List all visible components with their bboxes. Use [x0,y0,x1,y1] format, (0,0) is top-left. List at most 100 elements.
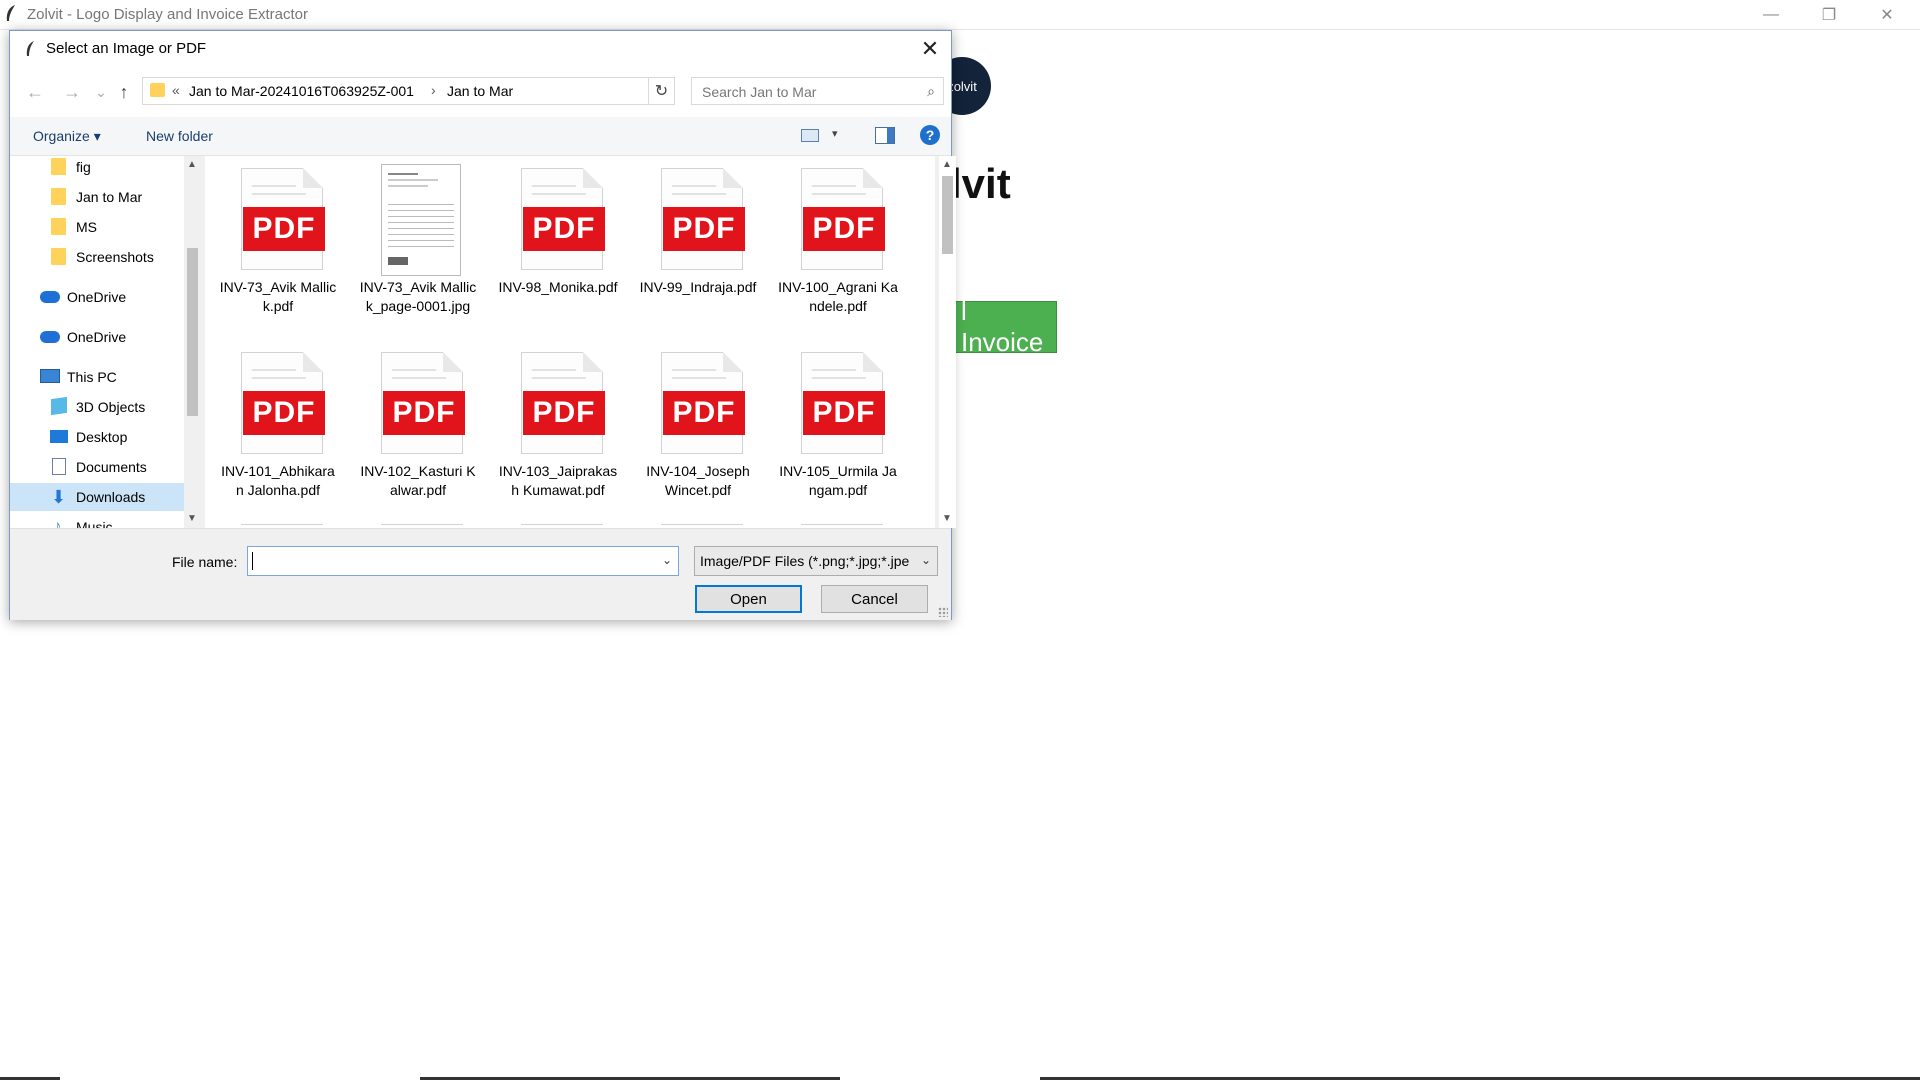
forward-arrow-icon[interactable]: → [59,79,85,105]
image-thumbnail [381,164,461,276]
scroll-up-icon[interactable]: ▲ [942,159,952,170]
file-item[interactable]: PDF INV-102_Kasturi Kalwar.pdf [358,340,478,510]
nav-item-downloads[interactable]: ⬇ Downloads [10,483,184,511]
file-type-value: Image/PDF Files (*.png;*.jpg;*.jpeg;*.pd… [700,553,910,569]
open-button[interactable]: Open [695,585,802,613]
scroll-thumb[interactable] [187,248,198,416]
nav-item-this-pc[interactable]: This PC [10,363,184,391]
nav-item-label: This PC [67,369,117,385]
file-name: INV-99_Indraja.pdf [639,279,757,295]
dialog-titlebar: Select an Image or PDF ✕ [10,31,951,67]
cloud-icon [40,291,60,303]
file-list-scrollbar[interactable]: ▲ ▼ [939,156,956,528]
resize-grip-icon[interactable] [938,607,948,617]
scroll-down-icon[interactable]: ▼ [942,513,952,524]
file-name: INV-101_Abhikaran Jalonha.pdf [221,463,335,498]
file-item[interactable]: PDF INV-105_Urmila Jangam.pdf [778,340,898,510]
nav-pane-scrollbar[interactable]: ▲ ▼ [184,156,201,528]
nav-item-desktop[interactable]: Desktop [10,423,184,451]
dialog-title: Select an Image or PDF [46,40,207,57]
nav-item-label: fig [76,159,91,175]
organize-menu[interactable]: Organize ▾ [33,128,101,145]
nav-item-3d-objects[interactable]: 3D Objects [10,393,184,421]
cube-icon [51,396,67,416]
navigation-pane: fig Jan to Mar MS Screenshots OneDrive O… [10,156,184,528]
computer-icon [40,369,60,383]
feather-icon [6,5,15,21]
close-button[interactable]: ✕ [1858,0,1916,29]
scroll-thumb[interactable] [942,176,953,254]
up-arrow-icon[interactable]: ↑ [111,79,137,105]
nav-item-fig[interactable]: fig [10,156,184,181]
file-item[interactable]: PDF INV-73_Avik Mallick.pdf [218,156,338,326]
music-icon: ♪ [54,517,61,528]
file-item[interactable]: PDF INV-99_Indraja.pdf [638,156,758,326]
pdf-file-icon: PDF [661,352,745,454]
file-type-select[interactable]: Image/PDF Files (*.png;*.jpg;*.jpeg;*.pd… [694,546,938,576]
search-input[interactable]: Search Jan to Mar ⌕ [691,77,944,105]
pdf-file-icon: PDF [801,352,885,454]
file-name-input[interactable]: ⌄ [247,546,679,576]
folder-icon [51,188,66,205]
nav-item-jan-to-mar[interactable]: Jan to Mar [10,183,184,211]
app-heading: lvit [950,160,1011,207]
nav-item-label: Music [76,519,113,528]
view-dropdown-icon[interactable]: ▾ [832,127,838,140]
folder-icon [51,158,66,175]
refresh-icon[interactable]: ↻ [648,77,675,105]
nav-item-ms[interactable]: MS [10,213,184,241]
file-name-label: File name: [172,554,238,570]
file-item[interactable]: PDF INV-98_Monika.pdf [498,156,618,326]
file-item[interactable]: PDF INV-101_Abhikaran Jalonha.pdf [218,340,338,510]
breadcrumb-segment[interactable]: Jan to Mar [447,83,513,99]
file-open-dialog: Select an Image or PDF ✕ ← → ⌄ ↑ « Jan t… [9,30,956,620]
cancel-button[interactable]: Cancel [821,585,928,613]
dialog-toolbar: Organize ▾ New folder ▾ ? [10,117,951,156]
file-item[interactable]: PDF INV-100_Agrani Kandele.pdf [778,156,898,326]
minimize-button[interactable]: — [1742,0,1800,29]
address-bar[interactable]: « Jan to Mar-20241016T063925Z-001 › Jan … [142,77,769,105]
dialog-close-button[interactable]: ✕ [909,31,951,67]
nav-item-label: Documents [76,459,147,475]
chevron-down-icon[interactable]: ⌄ [662,553,672,567]
file-name: INV-73_Avik Mallick_page-0001.jpg [359,279,477,314]
file-name: INV-103_Jaiprakash Kumawat.pdf [498,463,618,498]
file-name: INV-98_Monika.pdf [498,279,618,295]
search-placeholder: Search Jan to Mar [702,84,817,100]
pdf-file-icon: PDF [521,352,605,454]
nav-item-label: OneDrive [67,289,127,305]
nav-item-documents[interactable]: Documents [10,453,184,481]
breadcrumb-overflow[interactable]: « [172,82,180,98]
nav-item-music[interactable]: ♪ Music [10,513,184,528]
view-options-icon[interactable] [801,129,819,142]
breadcrumb-segment[interactable]: Jan to Mar-20241016T063925Z-001 [189,83,414,99]
new-folder-button[interactable]: New folder [146,128,213,144]
chevron-down-icon[interactable]: ⌄ [921,553,931,567]
help-icon[interactable]: ? [920,125,940,145]
navigation-bar: ← → ⌄ ↑ « Jan to Mar-20241016T063925Z-00… [10,67,951,117]
file-item[interactable]: PDF INV-103_Jaiprakash Kumawat.pdf [498,340,618,510]
scroll-up-icon[interactable]: ▲ [187,159,197,170]
restore-button[interactable]: ❐ [1800,0,1858,29]
pdf-file-icon: PDF [241,352,325,454]
file-item[interactable]: PDF INV-104_Joseph Wincet.pdf [638,340,758,510]
folder-icon [51,248,66,265]
pdf-file-icon: PDF [241,168,325,270]
breadcrumb-separator[interactable]: › [431,82,436,98]
file-item[interactable]: INV-73_Avik Mallick_page-0001.jpg [358,156,478,326]
back-arrow-icon[interactable]: ← [22,79,48,105]
scroll-down-icon[interactable]: ▼ [187,513,197,524]
nav-item-label: OneDrive [67,329,127,345]
file-name: INV-105_Urmila Jangam.pdf [779,463,897,498]
text-caret [252,552,253,570]
cloud-icon [40,331,60,343]
preview-pane-icon[interactable] [875,127,895,144]
nav-item-onedrive[interactable]: OneDrive [10,283,184,311]
nav-item-screenshots[interactable]: Screenshots [10,243,184,271]
nav-item-onedrive[interactable]: OneDrive [10,323,184,351]
nav-item-label: Desktop [76,429,128,445]
feather-icon [26,41,34,56]
app-title: Zolvit - Logo Display and Invoice Extrac… [27,6,308,23]
desktop-icon [50,430,68,443]
folder-icon [51,218,66,235]
